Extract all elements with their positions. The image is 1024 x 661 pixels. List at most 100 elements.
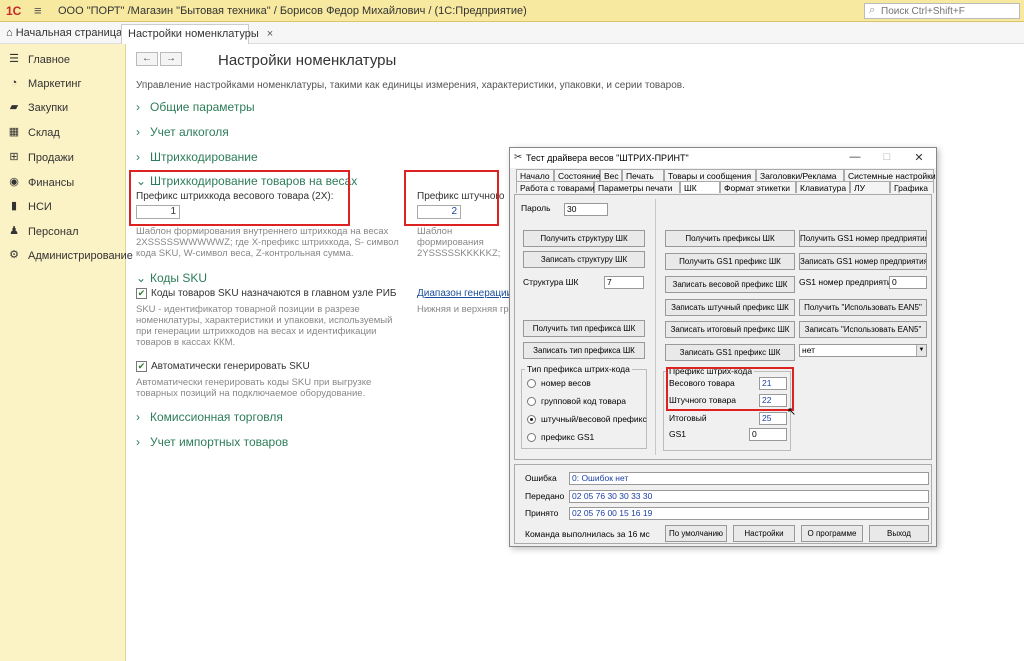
app-icon: ✂ [514, 152, 523, 163]
use-ean5-selected-value: нет [802, 345, 816, 355]
get-gs1-enterprise-number-button[interactable]: Получить GS1 номер предприятия [799, 230, 927, 247]
error-output: 0: Ошибок нет [569, 472, 929, 485]
radio-scale-number[interactable] [527, 379, 536, 388]
set-total-prefix-button[interactable]: Записать итоговый префикс ШК [665, 321, 795, 338]
section-label: Комиссионная торговля [150, 410, 283, 424]
exit-button[interactable]: Выход [869, 525, 929, 542]
back-button[interactable]: ← [136, 52, 158, 66]
section-label: Штрихкодирование [150, 150, 258, 164]
person-icon: ♟ [9, 225, 19, 237]
global-search[interactable]: ⌕ [864, 3, 1020, 19]
sidebar-item-nsi[interactable]: ▮ НСИ [0, 197, 126, 217]
dtab-keyboard[interactable]: Клавиатура [796, 181, 850, 193]
hamburger-menu-icon[interactable]: ≡ [34, 3, 42, 18]
search-input[interactable] [881, 5, 1017, 17]
section-imported[interactable]: › Учет импортных товаров [136, 435, 288, 449]
radio-group-code[interactable] [527, 397, 536, 406]
radio-piece-weight-prefix[interactable] [527, 415, 536, 424]
section-alcohol[interactable]: › Учет алкоголя [136, 125, 229, 139]
sku-main-node-checkbox[interactable]: ✔ [136, 288, 147, 299]
dtab-print-params[interactable]: Параметры печати [594, 181, 680, 193]
section-barcoding[interactable]: › Штрихкодирование [136, 150, 258, 164]
gs1-label: GS1 [669, 429, 687, 439]
total-prefix-input[interactable]: 25 [759, 412, 787, 425]
dtab-start[interactable]: Начало [516, 169, 554, 181]
set-piece-prefix-button[interactable]: Записать штучный префикс ШК [665, 299, 795, 316]
coin-icon: ◉ [9, 176, 19, 188]
sections-sidebar: ☰ Главное ◔ Маркетинг ▰ Закупки ▦ Склад … [0, 44, 133, 661]
open-tabs-bar: ⌂ Начальная страница Настройки номенклат… [0, 22, 1024, 44]
password-input[interactable]: 30 [564, 203, 608, 216]
dtab-label-format[interactable]: Формат этикетки [720, 181, 796, 193]
sidebar-item-marketing[interactable]: ◔ Маркетинг [0, 74, 126, 94]
dialog-titlebar[interactable]: ✂ Тест драйвера весов "ШТРИХ-ПРИНТ" — □ … [510, 148, 936, 168]
sidebar-item-main[interactable]: ☰ Главное [0, 50, 126, 70]
tab-active-label: Настройки номенклатуры [128, 28, 259, 40]
set-gs1-prefix-button[interactable]: Записать GS1 префикс ШК [665, 344, 795, 361]
set-use-ean5-button[interactable]: Записать "Использовать EAN5" [799, 321, 927, 338]
tab-home[interactable]: ⌂ Начальная страница [0, 24, 123, 44]
dtab-barcode[interactable]: ШК [680, 181, 720, 193]
sidebar-item-label: НСИ [28, 201, 52, 213]
driver-test-dialog: ✂ Тест драйвера весов "ШТРИХ-ПРИНТ" — □ … [509, 147, 937, 547]
set-gs1-enterprise-number-button[interactable]: Записать GS1 номер предприятия [799, 253, 927, 270]
set-prefix-type-button[interactable]: Записать тип префикса ШК [523, 342, 645, 359]
dtab-goods-work[interactable]: Работа с товарами [516, 181, 595, 193]
sidebar-item-personnel[interactable]: ♟ Персонал [0, 222, 126, 242]
sidebar-item-administration[interactable]: ⚙ Администрирование [0, 246, 133, 266]
chevron-right-icon: › [136, 125, 140, 139]
home-icon: ⌂ [6, 27, 13, 39]
chevron-right-icon: › [136, 100, 140, 114]
section-general[interactable]: › Общие параметры [136, 100, 255, 114]
get-prefixes-button[interactable]: Получить префиксы ШК [665, 230, 795, 247]
set-weight-prefix-button[interactable]: Записать весовой префикс ШК [665, 276, 795, 293]
close-button[interactable]: ✕ [912, 151, 926, 164]
search-icon: ⌕ [869, 4, 876, 16]
get-prefix-type-button[interactable]: Получить тип префикса ШК [523, 320, 645, 337]
cart-icon: ⊞ [9, 151, 19, 163]
sent-label: Передано [525, 491, 565, 501]
sidebar-item-finance[interactable]: ◉ Финансы [0, 173, 126, 193]
settings-button[interactable]: Настройки [733, 525, 795, 542]
section-commission[interactable]: › Комиссионная торговля [136, 410, 283, 424]
dtab-print[interactable]: Печать [622, 169, 664, 181]
auto-sku-checkbox[interactable]: ✔ [136, 361, 147, 372]
about-button[interactable]: О программе [801, 525, 863, 542]
get-gs1-prefix-button[interactable]: Получить GS1 префикс ШК [665, 253, 795, 270]
dtab-weight[interactable]: Вес [600, 169, 622, 181]
section-sku[interactable]: ⌄ Коды SKU [136, 271, 207, 285]
dropdown-arrow-icon[interactable]: ▼ [916, 345, 926, 356]
dtab-graphics[interactable]: Графика [890, 181, 934, 193]
minimize-button[interactable]: — [848, 151, 862, 163]
defaults-button[interactable]: По умолчанию [665, 525, 727, 542]
set-barcode-structure-button[interactable]: Записать структуру ШК [523, 251, 645, 268]
sidebar-item-warehouse[interactable]: ▦ Склад [0, 123, 126, 143]
tab-nomenclature-settings[interactable]: Настройки номенклатуры × [121, 24, 273, 44]
get-use-ean5-button[interactable]: Получить "Использовать EAN5" [799, 299, 927, 316]
get-barcode-structure-button[interactable]: Получить структуру ШК [523, 230, 645, 247]
use-ean5-select[interactable]: нет ▼ [799, 344, 927, 357]
chevron-right-icon: › [136, 150, 140, 164]
piece-template-hint: Шаблон формирования 2YSSSSSKKKKKZ; где к… [417, 226, 501, 260]
sidebar-item-purchases[interactable]: ▰ Закупки [0, 98, 126, 118]
sku-range-hint: Нижняя и верхняя гра [417, 304, 514, 315]
dtab-state[interactable]: Состояние [554, 169, 600, 181]
tab-home-label: Начальная страница [15, 27, 123, 39]
tab-close-icon[interactable]: × [267, 28, 273, 40]
maximize-button[interactable]: □ [880, 151, 894, 163]
dtab-system-settings[interactable]: Системные настройки [844, 169, 936, 181]
dtab-headers-ads[interactable]: Заголовки/Реклама [756, 169, 844, 181]
status-panel: Ошибка 0: Ошибок нет Передано 02 05 76 3… [514, 464, 932, 544]
gs1-prefix-input[interactable]: 0 [749, 428, 787, 441]
dtab-goods-messages[interactable]: Товары и сообщения [664, 169, 756, 181]
radio-gs1-prefix[interactable] [527, 433, 536, 442]
structure-input[interactable]: 7 [604, 276, 644, 289]
sku-range-link[interactable]: Диапазон генерации S [417, 288, 522, 299]
dtab-lu[interactable]: ЛУ [850, 181, 890, 193]
sidebar-item-label: Склад [28, 127, 60, 139]
forward-button[interactable]: → [160, 52, 182, 66]
sidebar-item-sales[interactable]: ⊞ Продажи [0, 148, 126, 168]
section-label: Коды SKU [150, 271, 208, 285]
gs1-enterprise-number-input[interactable]: 0 [889, 276, 927, 289]
error-label: Ошибка [525, 473, 557, 483]
